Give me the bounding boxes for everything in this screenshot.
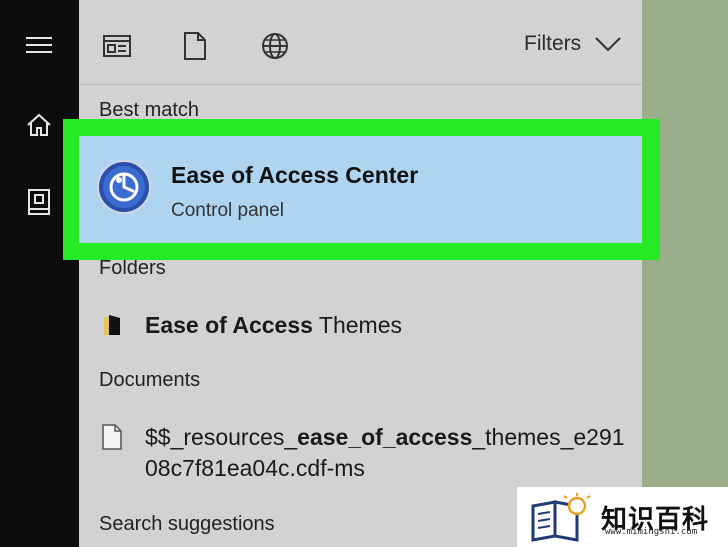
desktop-background (642, 0, 728, 547)
folder-result-rest: Themes (312, 312, 402, 338)
home-icon[interactable] (22, 108, 56, 142)
best-match-subtitle: Control panel (171, 200, 285, 221)
document-name-part-1: $$_resources_ (145, 424, 298, 450)
documents-filter-icon[interactable] (179, 30, 211, 62)
best-match-result[interactable]: Ease of Access Center Control panel (79, 136, 642, 243)
ease-of-access-icon (97, 160, 151, 214)
filters-label: Filters (524, 32, 582, 55)
document-result[interactable]: $$_resources_ease_of_access_themes_e291 … (79, 418, 642, 488)
chevron-down-icon (595, 37, 621, 52)
apps-filter-icon[interactable] (101, 30, 133, 62)
folder-result[interactable]: Ease of Access Themes (79, 303, 642, 349)
site-watermark: 知识百科 www.mimingshi.com (517, 487, 728, 547)
document-name-part-2: ease_of_access (297, 424, 473, 450)
document-icon (101, 424, 123, 455)
search-suggestions-heading: Search suggestions (99, 513, 275, 535)
documents-heading: Documents (99, 369, 201, 391)
folder-result-label: Ease of Access Themes (145, 312, 402, 339)
folder-icon (101, 313, 123, 342)
web-filter-icon[interactable] (259, 30, 291, 62)
document-name-part-3: _themes_e291 (472, 424, 625, 450)
document-result-label: $$_resources_ease_of_access_themes_e291 … (145, 422, 625, 484)
hamburger-icon[interactable] (22, 28, 56, 62)
folders-heading: Folders (99, 257, 166, 279)
toolbar-divider (79, 84, 642, 85)
search-results-panel: Filters Best match Folders Ease of Acces… (79, 0, 642, 547)
book-lightbulb-logo-icon (529, 492, 593, 542)
notebook-icon[interactable] (22, 185, 56, 219)
watermark-url: www.mimingshi.com (605, 527, 698, 537)
document-name-line-2: 08c7f81ea04c.cdf-ms (145, 455, 365, 481)
filters-button[interactable]: Filters (524, 32, 621, 56)
best-match-title: Ease of Access Center (171, 162, 419, 188)
start-sidebar (0, 0, 79, 547)
folder-result-bold: Ease of Access (145, 312, 313, 338)
